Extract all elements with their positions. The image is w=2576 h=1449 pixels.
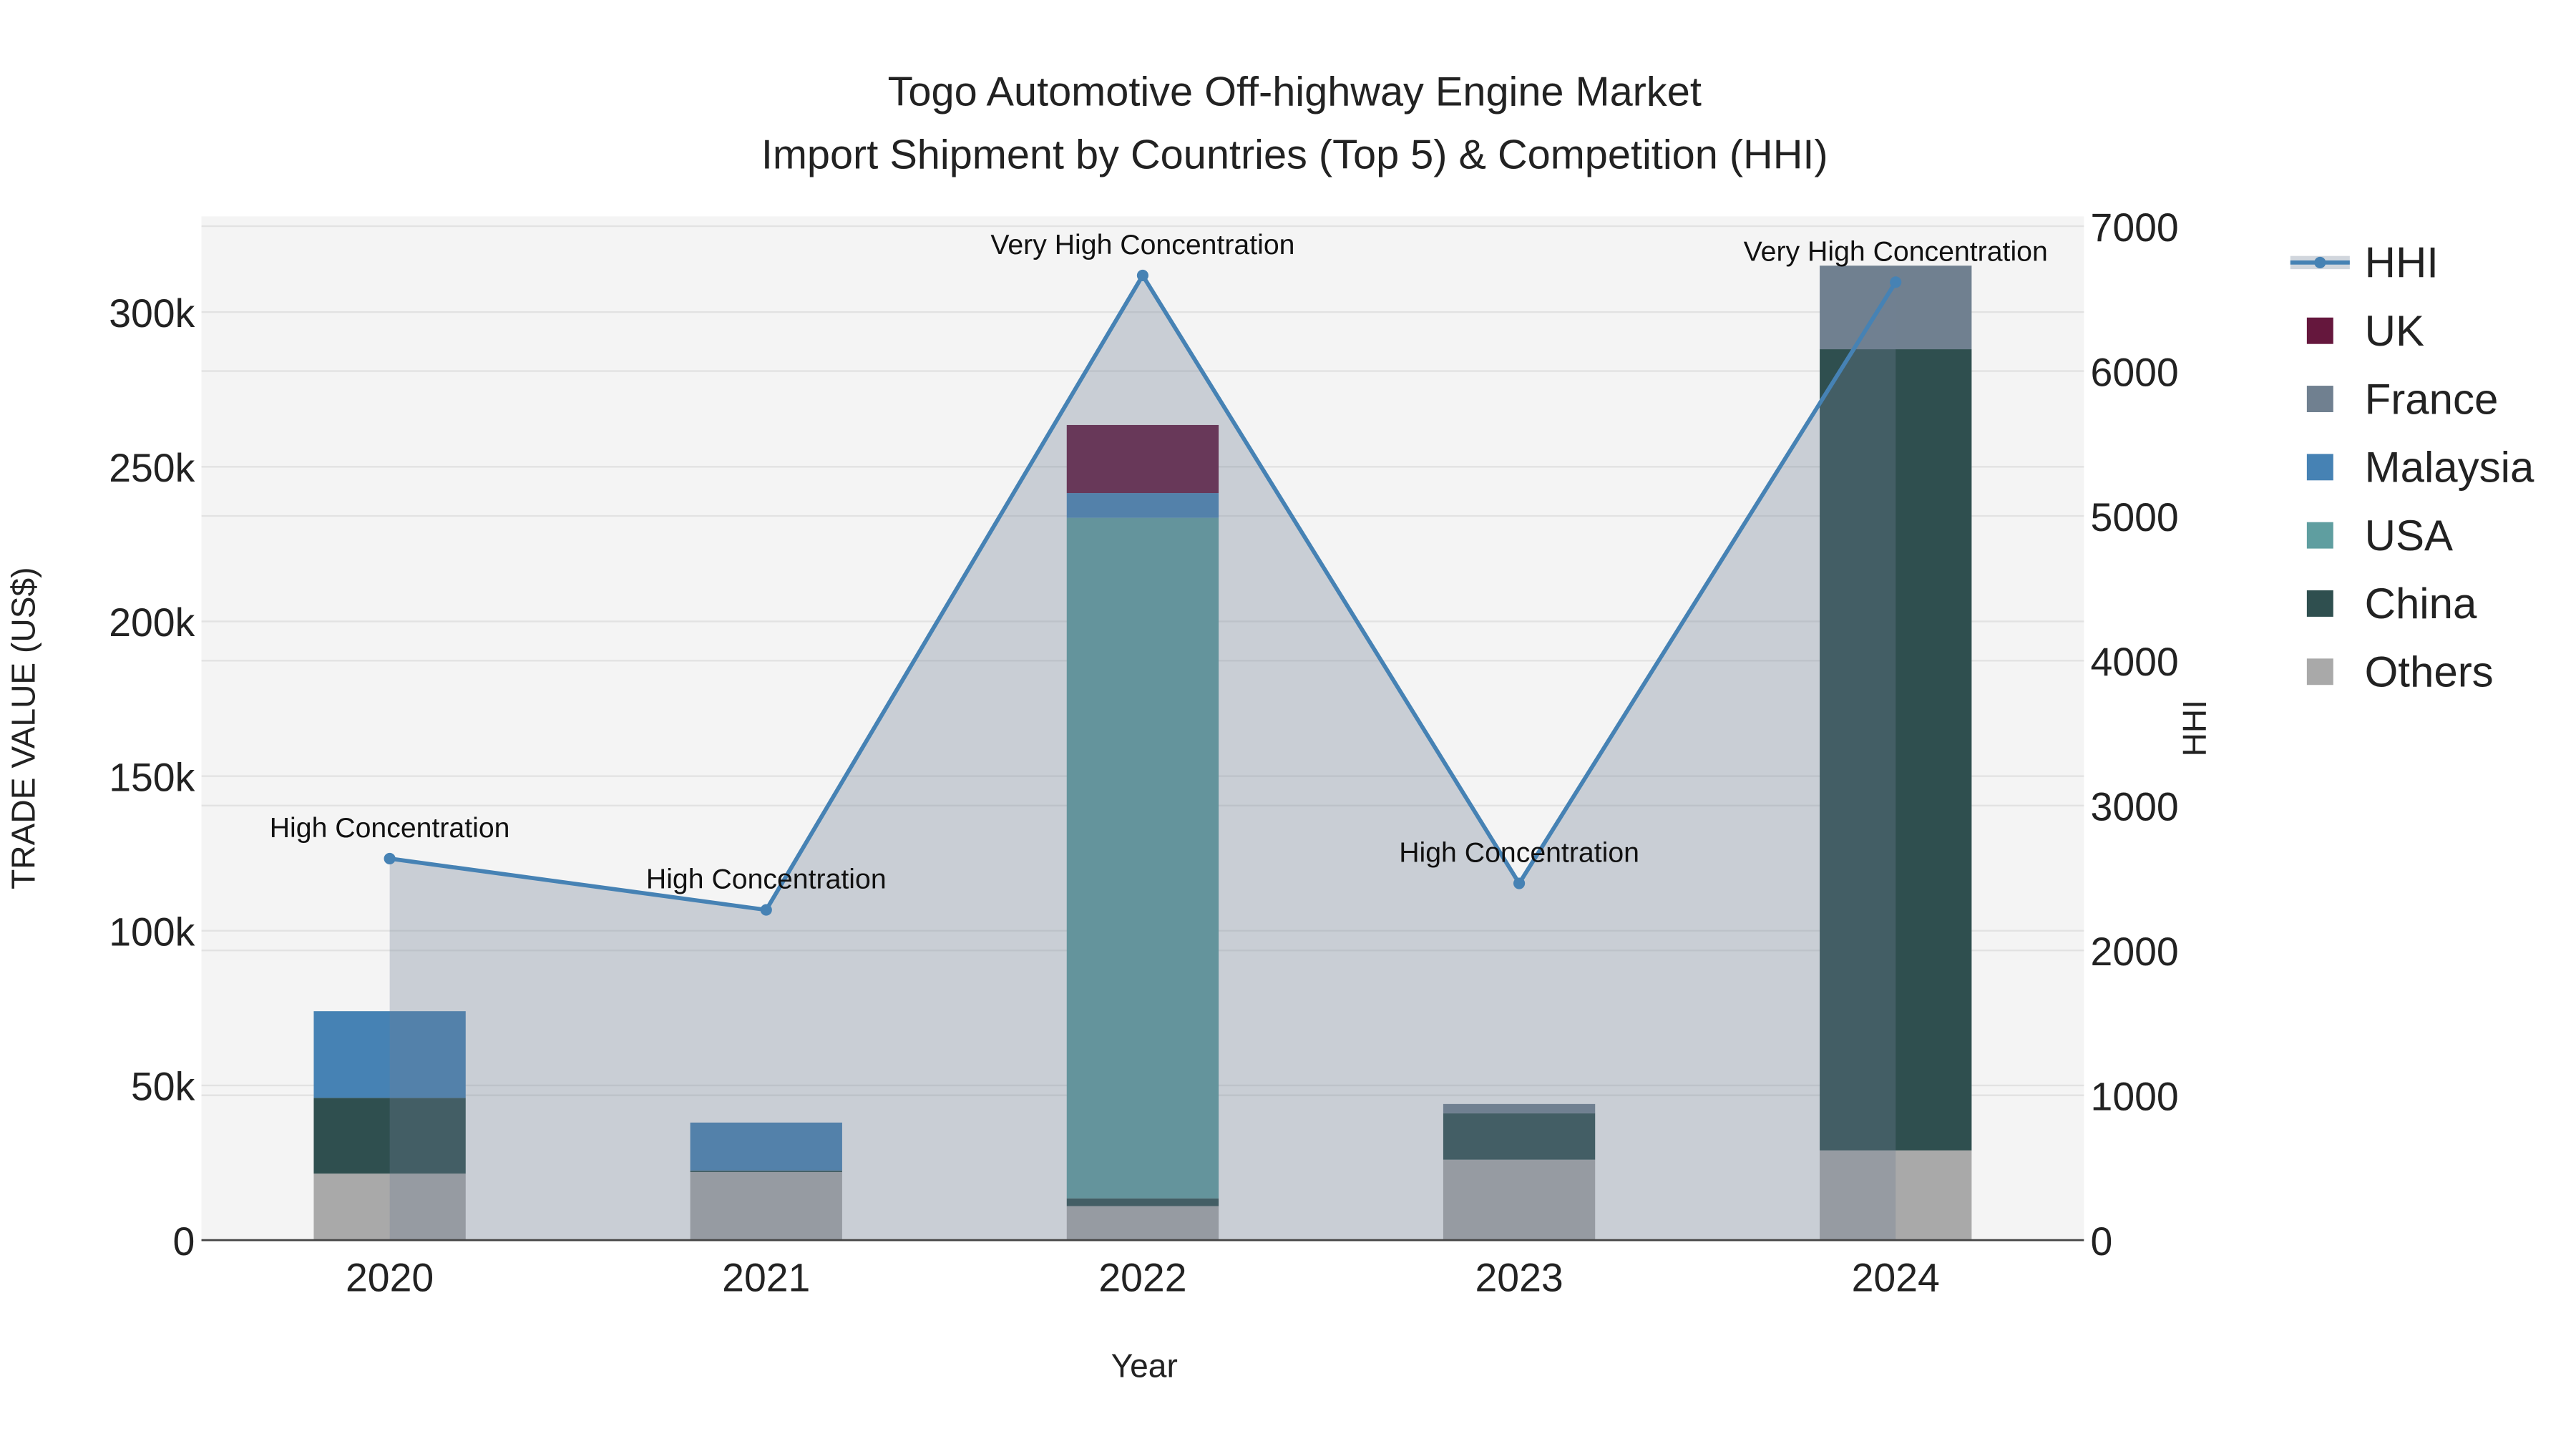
chart-subtitle: Import Shipment by Countries (Top 5) & C… [761, 132, 1828, 177]
hhi-point [1136, 269, 1148, 282]
y2-tick-label: 3000 [2091, 785, 2179, 829]
x-tick-label: 2021 [722, 1256, 810, 1300]
legend-swatch-china [2306, 590, 2333, 617]
hhi-annotation: High Concentration [646, 864, 887, 895]
legend-label-malaysia: Malaysia [2365, 444, 2534, 492]
x-tick-label: 2024 [1852, 1256, 1940, 1300]
legend-swatch-usa [2306, 522, 2333, 549]
y2-tick-label: 5000 [2091, 495, 2179, 540]
y-tick-label: 300k [109, 291, 195, 336]
hhi-point [760, 904, 772, 916]
x-tick-label: 2020 [346, 1256, 434, 1300]
y2-tick-label: 7000 [2091, 205, 2179, 250]
hhi-annotation: High Concentration [1399, 837, 1639, 869]
y2-tick-label: 2000 [2091, 930, 2179, 974]
hhi-point [1513, 877, 1526, 889]
y-tick-label: 100k [109, 910, 195, 955]
y-tick-label: 250k [109, 446, 195, 490]
x-axis-label: Year [1111, 1347, 1178, 1385]
hhi-point [1890, 276, 1902, 288]
y2-tick-label: 6000 [2091, 350, 2179, 394]
legend-label-uk: UK [2365, 307, 2424, 355]
legend-swatch-uk [2306, 317, 2333, 344]
x-tick-label: 2023 [1475, 1256, 1563, 1300]
hhi-annotation: High Concentration [270, 812, 510, 844]
legend-label-china: China [2365, 580, 2477, 628]
legend-label-others: Others [2365, 648, 2494, 696]
legend-label-france: France [2365, 375, 2499, 423]
legend: HHI UK France Malaysia USA China Others [2290, 239, 2534, 696]
legend-swatch-malaysia [2306, 454, 2333, 481]
chart-title: Togo Automotive Off-highway Engine Marke… [888, 69, 1702, 115]
legend-label-usa: USA [2365, 512, 2453, 560]
legend-swatch-others [2306, 658, 2333, 686]
legend-hhi-marker [2314, 256, 2326, 268]
y2-tick-label: 1000 [2091, 1074, 2179, 1118]
hhi-point [384, 852, 396, 864]
hhi-annotation: Very High Concentration [1744, 235, 2048, 267]
legend-swatch-france [2306, 386, 2333, 412]
y2-tick-label: 4000 [2091, 640, 2179, 684]
y-axis-label: TRADE VALUE (US$) [4, 567, 42, 889]
y2-tick-label: 0 [2091, 1219, 2113, 1264]
hhi-annotation: Very High Concentration [990, 229, 1294, 260]
y-tick-label: 0 [172, 1219, 195, 1264]
y-tick-label: 200k [109, 600, 195, 645]
y-tick-label: 150k [109, 755, 195, 799]
legend-label-hhi: HHI [2365, 239, 2439, 287]
y-tick-label: 50k [131, 1065, 195, 1109]
x-tick-label: 2022 [1098, 1256, 1186, 1300]
y2-axis-label: HHI [2176, 700, 2213, 756]
chart: High Concentration High Concentration Very… [4, 69, 2534, 1385]
